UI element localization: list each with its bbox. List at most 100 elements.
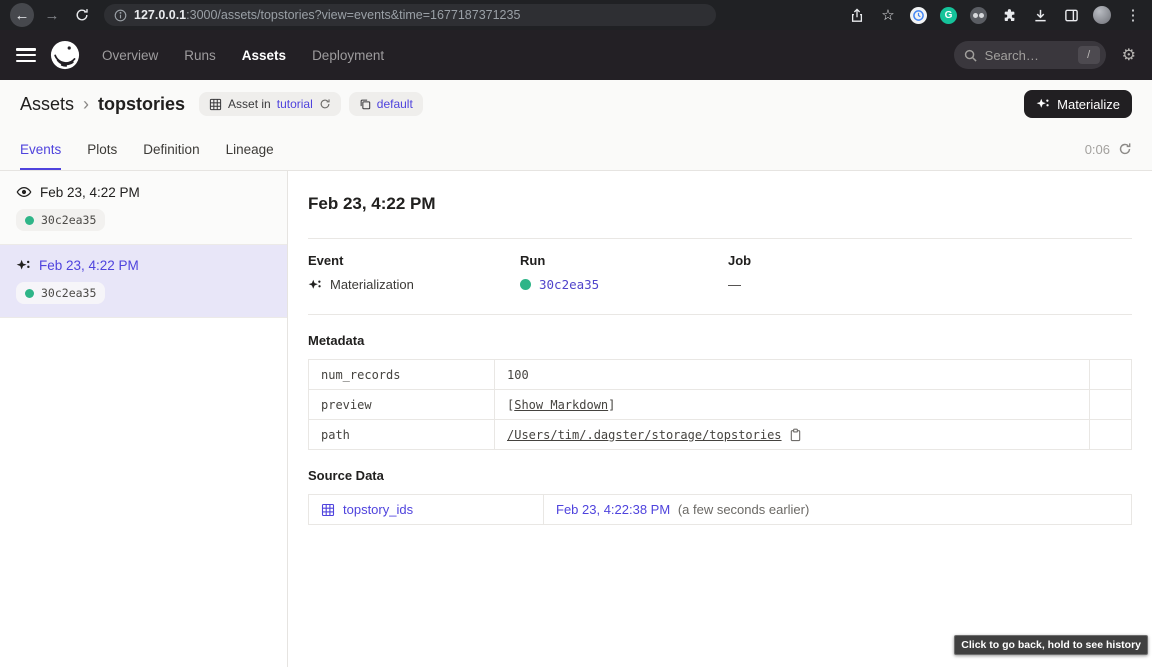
extension-goggles-button[interactable] xyxy=(970,7,987,24)
path-link[interactable]: /Users/tim/.dagster/storage/topstories xyxy=(507,428,782,442)
event-list-item-materialization[interactable]: Feb 23, 4:22 PM 30c2ea35 xyxy=(0,245,287,318)
run-status-dot xyxy=(520,279,531,290)
nav-item-runs[interactable]: Runs xyxy=(184,48,216,63)
browser-action-icons: ☆ G ⋮ xyxy=(848,6,1142,24)
metadata-key: num_records xyxy=(309,360,495,390)
tab-bar: Events Plots Definition Lineage 0:06 xyxy=(0,128,1152,171)
browser-toolbar: ← → 127.0.0.1:3000/assets/topstories?vie… xyxy=(0,0,1152,30)
materialization-sparkle-icon xyxy=(308,278,322,292)
event-detail-title: Feb 23, 4:22 PM xyxy=(308,194,1132,214)
materialize-button[interactable]: Materialize xyxy=(1024,90,1132,118)
tab-plots[interactable]: Plots xyxy=(87,128,117,170)
job-label: Job xyxy=(728,253,1132,268)
metadata-value: [Show Markdown] xyxy=(495,390,1090,420)
downloads-button[interactable] xyxy=(1031,6,1049,24)
side-panel-button[interactable] xyxy=(1062,6,1080,24)
tag-default-link[interactable]: default xyxy=(377,97,413,111)
materialization-sparkle-icon xyxy=(16,258,31,273)
search-input[interactable]: Search… / xyxy=(954,41,1106,69)
metadata-extra-cell xyxy=(1090,390,1132,420)
share-icon xyxy=(850,8,864,23)
tab-lineage[interactable]: Lineage xyxy=(226,128,274,170)
extension-grammarly-button[interactable]: G xyxy=(940,7,957,24)
download-icon xyxy=(1033,8,1048,23)
run-id-link[interactable]: 30c2ea35 xyxy=(539,277,599,292)
run-tag[interactable]: 30c2ea35 xyxy=(16,209,105,231)
extensions-menu-button[interactable] xyxy=(1000,6,1018,24)
tab-events[interactable]: Events xyxy=(20,128,61,170)
metadata-key: preview xyxy=(309,390,495,420)
tag-prefix: Asset in xyxy=(228,97,271,111)
nav-item-assets[interactable]: Assets xyxy=(242,48,286,63)
run-status-dot xyxy=(25,216,34,225)
nav-item-overview[interactable]: Overview xyxy=(102,48,158,63)
grammarly-icon: G xyxy=(945,10,953,21)
breadcrumb: Assets › topstories Asset in tutorial de… xyxy=(0,80,1152,128)
menu-dots-icon: ⋮ xyxy=(1126,6,1141,24)
event-label: Event xyxy=(308,253,520,268)
copies-icon xyxy=(359,98,371,110)
job-column: Job — xyxy=(728,253,1132,292)
browser-forward-button[interactable]: → xyxy=(40,3,64,27)
profile-avatar[interactable] xyxy=(1093,6,1111,24)
tag-group-default: default xyxy=(349,92,423,116)
refresh-icon[interactable] xyxy=(1118,142,1132,156)
event-list-item-observation[interactable]: Feb 23, 4:22 PM 30c2ea35 xyxy=(0,171,287,245)
browser-menu-button[interactable]: ⋮ xyxy=(1124,6,1142,24)
dagster-logo-icon xyxy=(50,40,80,70)
event-column: Event Materialization xyxy=(308,253,520,292)
browser-back-button[interactable]: ← xyxy=(10,3,34,27)
event-timestamp: Feb 23, 4:22 PM xyxy=(39,258,139,273)
source-time-link[interactable]: Feb 23, 4:22:38 PM xyxy=(556,502,670,517)
show-markdown-link[interactable]: Show Markdown xyxy=(514,398,608,412)
side-panel-icon xyxy=(1064,8,1079,23)
source-data-section-title: Source Data xyxy=(308,468,1132,483)
back-button-tooltip: Click to go back, hold to see history xyxy=(954,635,1148,655)
run-label: Run xyxy=(520,253,728,268)
tag-tutorial-link[interactable]: tutorial xyxy=(277,97,313,111)
source-data-table: topstory_ids Feb 23, 4:22:38 PM (a few s… xyxy=(308,494,1132,525)
search-placeholder: Search… xyxy=(985,48,1070,63)
asset-tags: Asset in tutorial default xyxy=(199,92,423,116)
settings-gear-button[interactable]: ⚙ xyxy=(1122,45,1136,65)
nav-item-deployment[interactable]: Deployment xyxy=(312,48,384,63)
share-button[interactable] xyxy=(848,6,866,24)
metadata-key: path xyxy=(309,420,495,450)
goggles-icon xyxy=(973,13,978,18)
source-asset-name: topstory_ids xyxy=(343,502,413,517)
event-timestamp: Feb 23, 4:22 PM xyxy=(40,185,140,200)
page-title: topstories xyxy=(98,94,185,115)
event-info-grid: Event Materialization Run 30c2ea35 Job — xyxy=(308,239,1132,314)
source-asset-link[interactable]: topstory_ids xyxy=(321,502,531,517)
reload-definitions-icon[interactable] xyxy=(319,98,331,110)
clock-icon xyxy=(913,10,924,21)
search-icon xyxy=(964,49,977,62)
address-bar[interactable]: 127.0.0.1:3000/assets/topstories?view=ev… xyxy=(104,4,716,26)
breadcrumb-separator-icon: › xyxy=(83,94,89,115)
copy-to-clipboard-icon[interactable] xyxy=(789,428,802,442)
page-header: Assets › topstories Asset in tutorial de… xyxy=(0,80,1152,171)
url-path: :3000/assets/topstories?view=events&time… xyxy=(186,8,520,22)
table-grid-icon xyxy=(321,503,335,517)
info-icon xyxy=(114,9,127,22)
job-value: — xyxy=(728,277,741,292)
refresh-timer: 0:06 xyxy=(1085,128,1132,170)
hamburger-menu-button[interactable] xyxy=(16,48,36,62)
metadata-value: 100 xyxy=(495,360,1090,390)
tab-definition[interactable]: Definition xyxy=(143,128,199,170)
browser-reload-button[interactable] xyxy=(70,3,94,27)
divider xyxy=(308,314,1132,315)
breadcrumb-assets-link[interactable]: Assets xyxy=(20,94,74,115)
metadata-extra-cell xyxy=(1090,360,1132,390)
dagster-logo[interactable] xyxy=(50,40,80,70)
event-list-sidebar: Feb 23, 4:22 PM 30c2ea35 Feb 23, 4:22 PM… xyxy=(0,171,288,667)
url-text: 127.0.0.1:3000/assets/topstories?view=ev… xyxy=(134,8,520,22)
timer-countdown: 0:06 xyxy=(1085,142,1110,157)
bookmark-button[interactable]: ☆ xyxy=(879,6,897,24)
extension-clock-button[interactable] xyxy=(910,7,927,24)
table-row: path /Users/tim/.dagster/storage/topstor… xyxy=(309,420,1132,450)
app-navbar: Overview Runs Assets Deployment Search… … xyxy=(0,30,1152,80)
event-detail-panel: Feb 23, 4:22 PM Event Materialization Ru… xyxy=(288,171,1152,667)
tag-asset-group: Asset in tutorial xyxy=(199,92,341,116)
run-tag[interactable]: 30c2ea35 xyxy=(16,282,105,304)
